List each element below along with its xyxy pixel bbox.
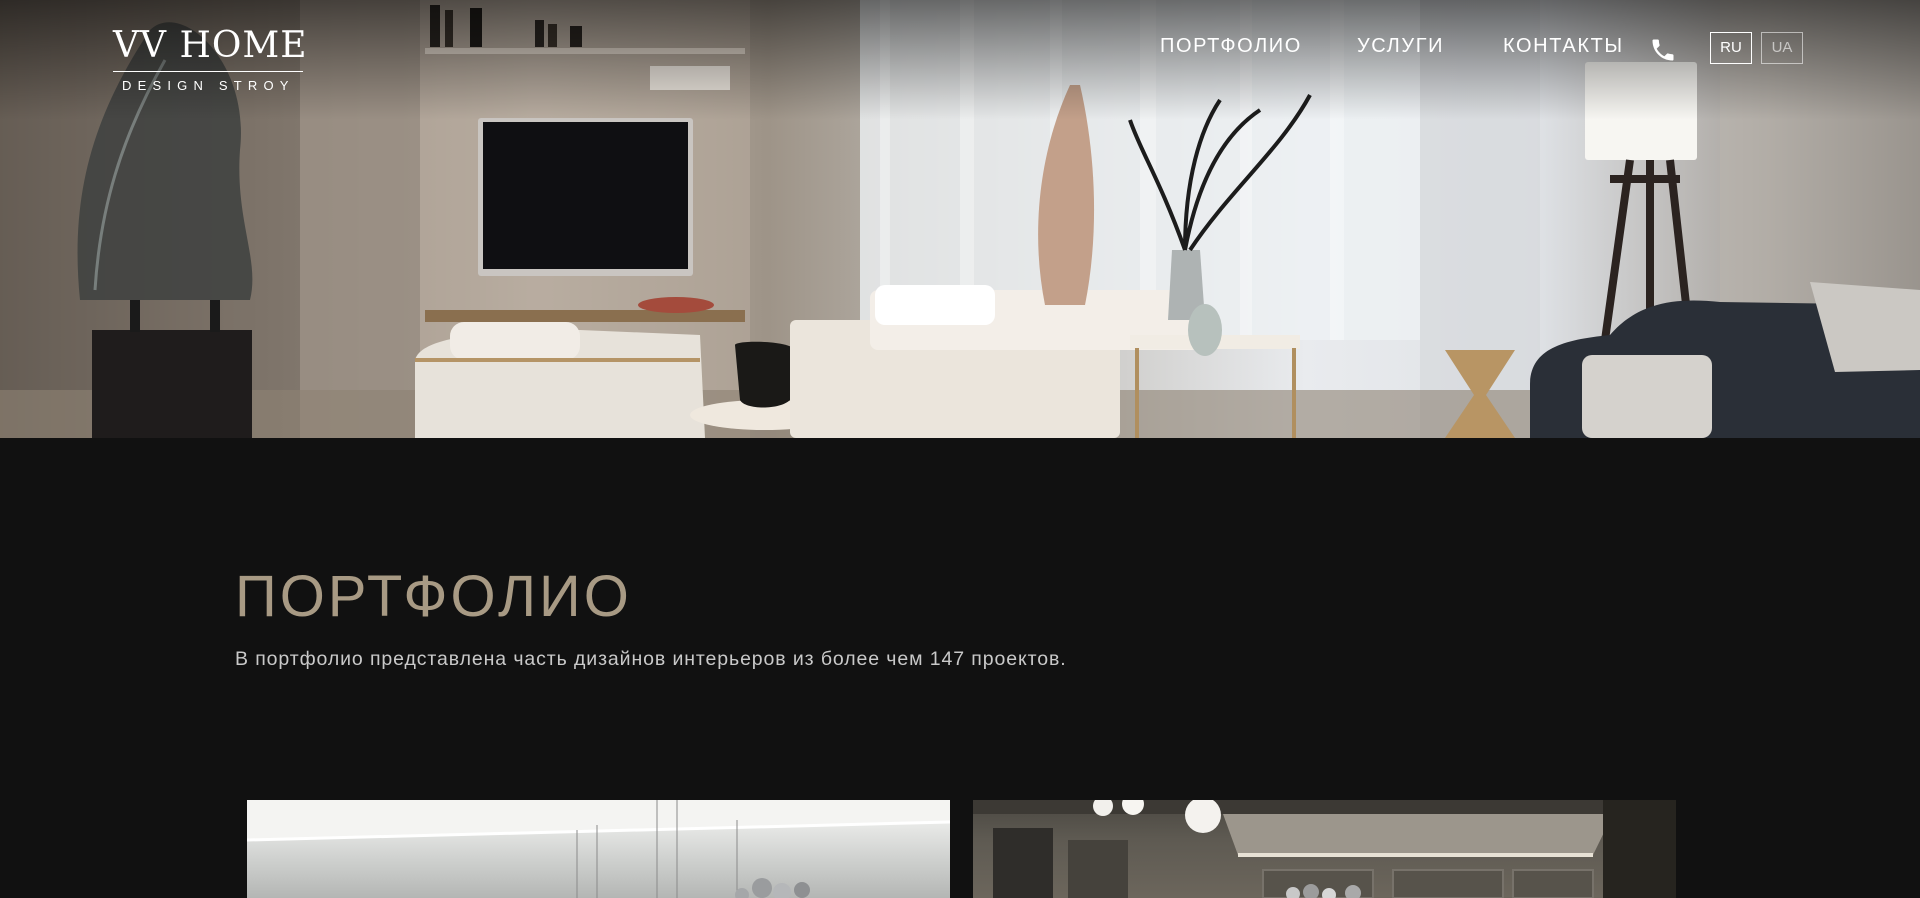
logo-title: VV HOME [113, 25, 308, 66]
portfolio-description: В портфолио представлена часть дизайнов … [235, 648, 1067, 670]
logo-subtitle: DESIGN STROY [122, 78, 295, 93]
logo[interactable]: VV HOME DESIGN STROY [113, 25, 308, 93]
logo-divider [113, 71, 303, 72]
project-card[interactable] [973, 800, 1676, 898]
phone-icon-glyph [1652, 39, 1674, 61]
language-ua-button[interactable]: UA [1761, 32, 1803, 64]
project-card[interactable] [247, 800, 950, 898]
portfolio-title: ПОРТФОЛИО [235, 564, 632, 629]
nav-link-portfolio[interactable]: ПОРТФОЛИО [1160, 35, 1302, 59]
project-image-bright-dining [247, 800, 950, 898]
phone-icon[interactable] [1649, 36, 1677, 64]
nav-link-services[interactable]: УСЛУГИ [1357, 35, 1444, 59]
language-ru-button[interactable]: RU [1710, 32, 1752, 64]
project-image-dark-dining [973, 800, 1676, 898]
nav-link-contacts[interactable]: КОНТАКТЫ [1503, 35, 1624, 59]
